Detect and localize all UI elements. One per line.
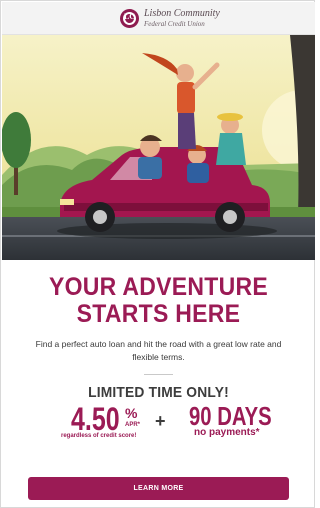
logo-monogram: LC [123,12,136,21]
days-value: 90 DAYS [189,401,272,431]
hero-illustration [2,35,315,260]
section-divider [144,374,173,375]
tree-crown [2,112,31,168]
limited-time-label: LIMITED TIME ONLY! [88,384,229,401]
headline-line-1: YOUR ADVENTURE [49,273,268,301]
kid-shirt [187,163,209,183]
credit-union-logo-icon: LC [120,9,139,28]
brand-subtitle: Federal Credit Union [144,20,205,28]
brand-name: Lisbon Community [144,8,220,19]
woman-pants [178,113,196,149]
rear-hub [223,210,237,224]
plus-sign: + [155,411,166,431]
headline-line-2: STARTS HERE [76,300,241,328]
woman-head [176,64,194,82]
woman-top [177,82,195,114]
driver-shirt [138,157,162,179]
road-trip-illustration [2,35,315,260]
no-payments-caption: no payments* [194,427,260,438]
girl-shirt [216,133,246,165]
girl-hat [217,113,243,121]
rate-apr-label: APR* [125,422,141,428]
learn-more-button[interactable]: LEARN MORE [28,477,289,500]
email-frame: LC Lisbon Community Federal Credit Union [0,0,315,508]
header-bar: LC Lisbon Community Federal Credit Union [2,2,315,35]
promo-description: Find a perfect auto loan and hit the roa… [35,339,282,362]
car-headlight [60,199,74,205]
rate-value: 4.50 [71,401,120,437]
rate-percent-sign: % [125,405,138,421]
rate-disclaimer: regardless of credit score! [61,433,137,439]
front-hub [93,210,107,224]
